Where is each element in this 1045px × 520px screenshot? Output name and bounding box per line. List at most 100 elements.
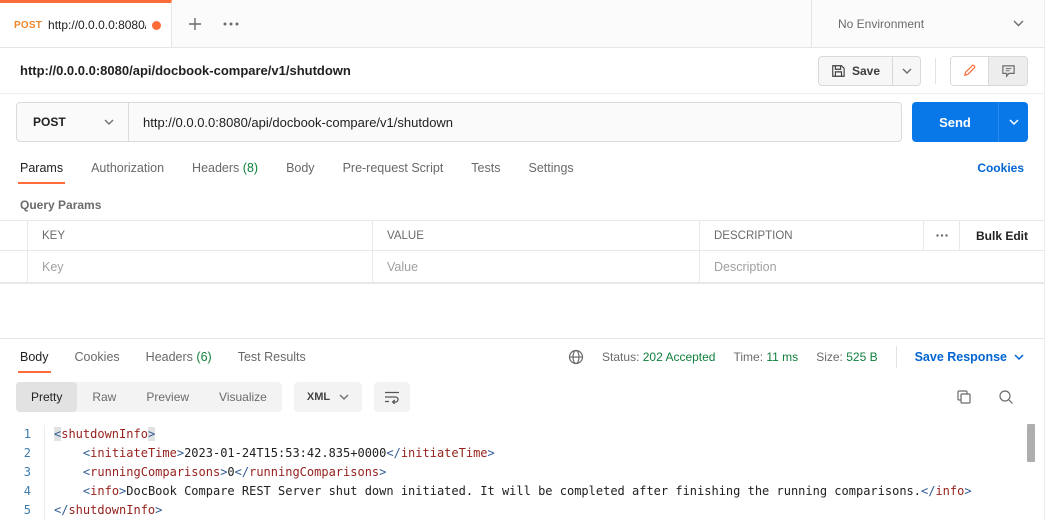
tab-tests[interactable]: Tests <box>471 152 500 184</box>
save-options-button[interactable] <box>892 57 920 85</box>
param-value-input[interactable] <box>387 260 685 274</box>
query-params-heading: Query Params <box>0 186 1044 220</box>
network-info-button[interactable] <box>568 349 584 365</box>
method-selector[interactable]: POST <box>17 103 129 141</box>
tab-title: http://0.0.0.0:8080/ap <box>48 18 146 32</box>
save-button-group: Save <box>818 56 921 86</box>
response-tools-right <box>956 389 1028 405</box>
tab-bar-spacer <box>248 0 811 47</box>
save-response-label: Save Response <box>915 350 1007 364</box>
tab-method-badge: POST <box>14 20 42 31</box>
status-value: 202 Accepted <box>643 350 716 364</box>
chevron-down-icon <box>1013 20 1024 27</box>
copy-icon <box>956 389 972 405</box>
search-icon <box>998 389 1014 405</box>
param-description-input[interactable] <box>714 260 1030 274</box>
url-box: POST <box>16 102 902 142</box>
params-header-row: KEY VALUE DESCRIPTION Bulk Edit <box>0 221 1044 251</box>
view-mode-switcher: Pretty Raw Preview Visualize <box>16 382 282 412</box>
line-number: 3 <box>0 463 44 482</box>
new-tab-button[interactable] <box>180 0 210 47</box>
response-headers-label: Headers <box>146 350 193 364</box>
response-tab-headers[interactable]: Headers (6) <box>146 341 212 373</box>
environment-selector[interactable]: No Environment <box>811 0 1044 47</box>
send-button-group: Send <box>912 102 1028 142</box>
more-dots-icon <box>223 22 239 26</box>
cookies-link[interactable]: Cookies <box>977 161 1024 175</box>
row-checkbox-cell <box>0 251 28 282</box>
line-number: 5 <box>0 501 44 520</box>
code-line: 5</shutdownInfo> <box>0 501 1044 520</box>
size-value: 525 B <box>846 350 877 364</box>
meta-divider <box>896 346 897 368</box>
wrap-text-icon <box>384 390 400 404</box>
code-line-content: <initiateTime>2023-01-24T15:53:42.835+00… <box>44 444 1044 463</box>
tab-settings[interactable]: Settings <box>528 152 573 184</box>
send-button[interactable]: Send <box>912 102 998 142</box>
comment-icon <box>1001 64 1016 78</box>
save-button[interactable]: Save <box>819 57 892 85</box>
view-mode-preview[interactable]: Preview <box>131 382 204 412</box>
tab-params[interactable]: Params <box>20 152 63 184</box>
code-line: 4 <info>DocBook Compare REST Server shut… <box>0 482 1044 501</box>
wrap-lines-button[interactable] <box>374 382 410 412</box>
view-mode-raw[interactable]: Raw <box>77 382 131 412</box>
code-line-content: <shutdownInfo> <box>44 425 1044 444</box>
column-header-description: DESCRIPTION <box>700 221 924 250</box>
tab-body[interactable]: Body <box>286 152 315 184</box>
params-input-row <box>0 251 1044 283</box>
response-headers-count-badge: (6) <box>196 350 211 364</box>
vertical-scrollbar-thumb[interactable] <box>1027 424 1035 462</box>
send-options-button[interactable] <box>998 102 1028 142</box>
chevron-down-icon <box>1009 119 1019 125</box>
request-config-tabs: Params Authorization Headers (8) Body Pr… <box>0 150 1044 186</box>
save-button-label: Save <box>852 64 880 78</box>
view-mode-pretty[interactable]: Pretty <box>16 382 77 412</box>
code-line: 2 <initiateTime>2023-01-24T15:53:42.835+… <box>0 444 1044 463</box>
params-more-options-button[interactable] <box>924 221 960 250</box>
request-title: http://0.0.0.0:8080/api/docbook-compare/… <box>20 63 818 78</box>
line-number: 4 <box>0 482 44 501</box>
response-toolbar: Pretty Raw Preview Visualize XML <box>0 375 1044 419</box>
comments-button[interactable] <box>989 57 1027 85</box>
response-tab-test-results[interactable]: Test Results <box>238 341 306 373</box>
code-line-content: <runningComparisons>0</runningComparison… <box>44 463 1044 482</box>
pencil-icon <box>962 63 977 78</box>
tab-pre-request-script[interactable]: Pre-request Script <box>343 152 444 184</box>
status-indicator: Status: 202 Accepted <box>602 350 715 364</box>
status-label: Status: <box>602 350 639 364</box>
method-label: POST <box>33 115 66 129</box>
search-response-button[interactable] <box>998 389 1014 405</box>
url-input[interactable] <box>129 103 901 141</box>
request-url-row: POST Send <box>0 94 1044 150</box>
edit-request-button[interactable] <box>951 57 989 85</box>
bulk-edit-button[interactable]: Bulk Edit <box>960 221 1044 250</box>
tab-authorization[interactable]: Authorization <box>91 152 164 184</box>
column-header-value: VALUE <box>373 221 700 250</box>
format-label: XML <box>307 391 330 403</box>
code-lines-container: 1<shutdownInfo>2 <initiateTime>2023-01-2… <box>0 425 1044 520</box>
copy-response-button[interactable] <box>956 389 972 405</box>
tab-headers[interactable]: Headers (8) <box>192 152 258 184</box>
format-selector[interactable]: XML <box>294 382 362 412</box>
line-number: 1 <box>0 425 44 444</box>
save-response-button[interactable]: Save Response <box>915 350 1024 364</box>
view-mode-visualize[interactable]: Visualize <box>204 382 282 412</box>
globe-icon <box>568 349 584 365</box>
active-request-tab[interactable]: POST http://0.0.0.0:8080/ap <box>0 0 172 47</box>
chevron-down-icon <box>339 394 349 400</box>
response-tabs: Body Cookies Headers (6) Test Results St… <box>0 339 1044 375</box>
tab-options-button[interactable] <box>214 0 248 47</box>
code-line: 1<shutdownInfo> <box>0 425 1044 444</box>
response-pane: Body Cookies Headers (6) Test Results St… <box>0 338 1044 520</box>
response-tab-cookies[interactable]: Cookies <box>75 341 120 373</box>
postman-app-window: POST http://0.0.0.0:8080/ap No Environme… <box>0 0 1045 520</box>
more-dots-icon <box>936 234 948 237</box>
param-key-input[interactable] <box>42 260 358 274</box>
chevron-down-icon <box>902 68 912 74</box>
header-divider <box>935 58 936 84</box>
response-tab-body[interactable]: Body <box>20 341 49 373</box>
plus-icon <box>188 17 202 31</box>
code-line-content: </shutdownInfo> <box>44 501 1044 520</box>
request-tab-bar: POST http://0.0.0.0:8080/ap No Environme… <box>0 0 1044 48</box>
